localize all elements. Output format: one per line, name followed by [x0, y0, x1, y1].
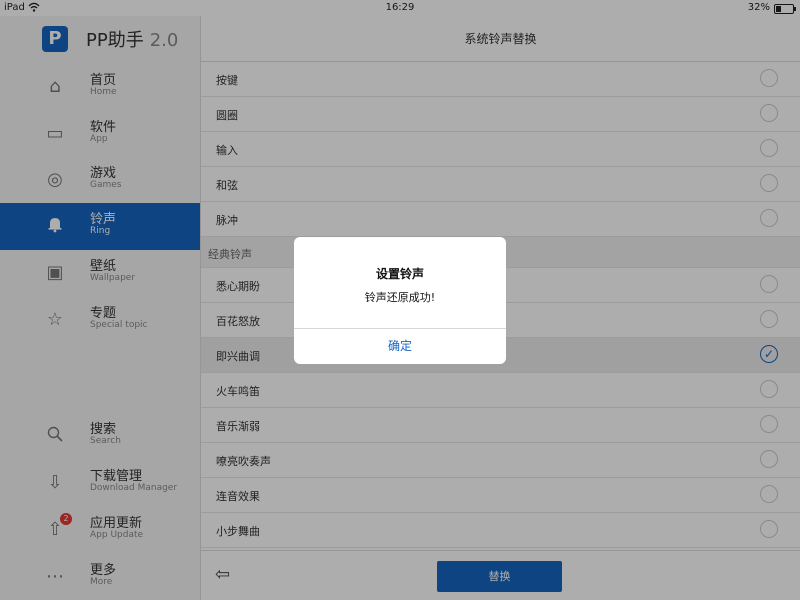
alert-message: 铃声还原成功!	[364, 291, 436, 304]
alert-dialog: 设置铃声 铃声还原成功! 确定	[294, 237, 506, 364]
alert-title: 设置铃声	[375, 267, 424, 281]
confirm-button[interactable]: 确定	[294, 329, 506, 364]
